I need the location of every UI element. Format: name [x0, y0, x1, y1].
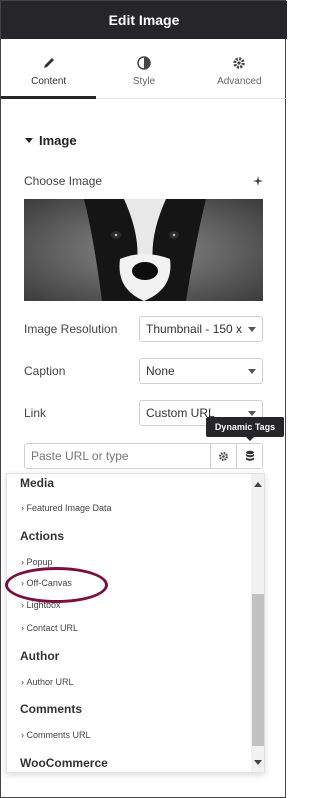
resolution-label: Image Resolution [24, 322, 118, 336]
group-actions: Actions [20, 529, 65, 543]
editor-panel: Edit Image Content Style Advanced Image [0, 0, 287, 798]
resolution-select[interactable]: Thumbnail - 150 x [139, 316, 263, 342]
scroll-down-arrow-icon[interactable] [254, 760, 262, 765]
url-input[interactable] [25, 444, 210, 468]
ai-sparkle-icon[interactable] [252, 175, 264, 187]
link-label: Link [24, 406, 47, 420]
gear-icon [233, 57, 246, 69]
dropdown-scrollbar[interactable] [251, 474, 264, 772]
dropdown-item[interactable]: › Contact URL [21, 623, 78, 633]
pencil-icon [43, 58, 54, 68]
database-icon [245, 450, 254, 461]
group-woocommerce: WooCommerce [20, 756, 108, 770]
choose-image-label: Choose Image [24, 174, 103, 188]
scroll-thumb[interactable] [252, 594, 264, 746]
dynamic-tags-tooltip: Dynamic Tags [206, 417, 284, 441]
tab-advanced-label: Advanced [217, 76, 262, 87]
dropdown-item[interactable]: › Comments URL [21, 730, 91, 740]
caption-label: Caption [24, 364, 66, 378]
dynamic-tags-button[interactable] [236, 444, 262, 468]
chevron-down-icon [248, 411, 256, 416]
highlight-ellipse [5, 567, 108, 603]
chevron-down-icon [248, 369, 256, 374]
tab-bar: Content Style Advanced [1, 39, 287, 99]
url-field [24, 443, 263, 469]
tab-content[interactable]: Content [1, 39, 97, 99]
dropdown-item[interactable]: › Author URL [21, 677, 74, 687]
caption-select[interactable]: None [139, 358, 263, 384]
scroll-up-arrow-icon[interactable] [254, 482, 262, 487]
panel-title: Edit Image [108, 12, 180, 28]
section-title: Image [39, 133, 77, 148]
link-settings-button[interactable] [210, 444, 236, 468]
tooltip-text: Dynamic Tags [214, 422, 276, 432]
caption-value: None [146, 364, 175, 378]
chevron-down-icon [248, 327, 256, 332]
group-media: Media [20, 476, 55, 490]
resolution-value: Thumbnail - 150 x [146, 322, 243, 336]
dynamic-tags-dropdown: Media › Featured Image Data Actions › Po… [6, 473, 265, 773]
dog-photo [24, 199, 263, 301]
panel-header: Edit Image [1, 1, 287, 39]
caret-down-icon [25, 138, 33, 143]
tab-content-label: Content [31, 76, 67, 87]
tab-style-label: Style [132, 76, 156, 87]
group-author: Author [20, 649, 60, 663]
gear-icon [219, 451, 228, 461]
tab-advanced[interactable]: Advanced [192, 39, 287, 98]
tab-style[interactable]: Style [96, 39, 191, 98]
dropdown-item[interactable]: › Featured Image Data [21, 503, 112, 513]
group-comments: Comments [20, 702, 83, 716]
section-image-toggle[interactable]: Image [25, 133, 77, 148]
contrast-icon [137, 56, 151, 70]
image-preview[interactable] [24, 199, 263, 301]
dropdown-item[interactable]: › Popup [21, 557, 53, 567]
